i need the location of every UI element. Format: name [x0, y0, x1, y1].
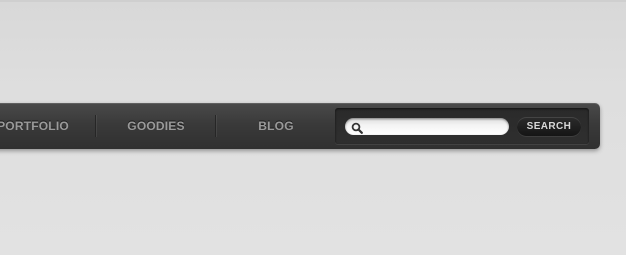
nav-item-goodies[interactable]: GOODIES [96, 103, 216, 149]
nav-item-portfolio[interactable]: PORTFOLIO [0, 103, 92, 149]
magnifier-icon [351, 121, 363, 134]
search-panel: SEARCH [335, 108, 589, 144]
search-field[interactable] [345, 118, 509, 135]
page-top-edge [0, 0, 626, 2]
navigation-bar: PORTFOLIO GOODIES BLOG SEARCH [0, 103, 600, 149]
search-input[interactable] [367, 118, 503, 135]
search-button[interactable]: SEARCH [517, 117, 581, 136]
nav-item-blog[interactable]: BLOG [216, 103, 336, 149]
